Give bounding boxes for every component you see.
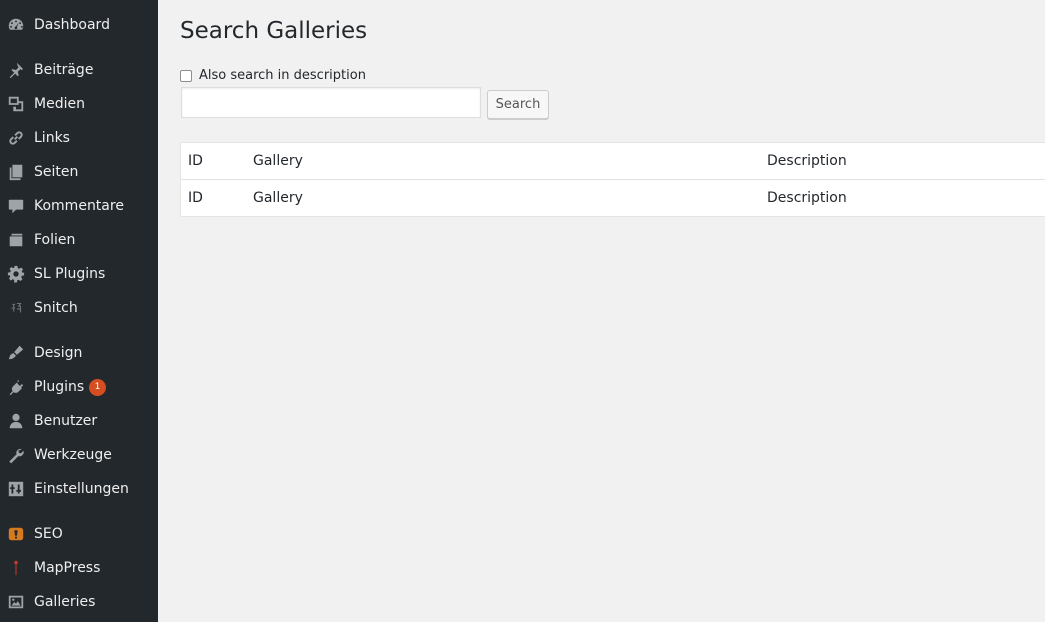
sidebar-item-plugins[interactable]: Plugins 1 [0, 370, 158, 404]
update-count-badge: 1 [89, 378, 106, 396]
sidebar-item-seiten[interactable]: Seiten [0, 155, 158, 189]
sidebar-item-kommentare[interactable]: Kommentare [0, 189, 158, 223]
link-icon [7, 129, 25, 147]
sidebar-item-folien[interactable]: Folien [0, 223, 158, 257]
column-footer-id[interactable]: ID [188, 180, 203, 216]
search-input[interactable] [181, 87, 481, 118]
column-header-id[interactable]: ID [188, 143, 203, 179]
gallery-icon [7, 593, 25, 611]
gear-icon [7, 265, 25, 283]
snitch-icon [7, 299, 25, 317]
sidebar-item-links[interactable]: Links [0, 121, 158, 155]
column-footer-gallery[interactable]: Gallery [253, 180, 303, 216]
map-pin-icon [7, 559, 25, 577]
sidebar-item-label: Snitch [34, 300, 78, 316]
media-icon [7, 95, 25, 113]
admin-sidebar: Dashboard Beiträge Medien Links Seiten K… [0, 0, 158, 622]
sidebar-item-sl-plugins[interactable]: SL Plugins [0, 257, 158, 291]
sidebar-item-label: Plugins [34, 379, 85, 395]
sidebar-item-design[interactable]: Design [0, 336, 158, 370]
settings-icon [7, 480, 25, 498]
seo-icon [7, 525, 25, 543]
sidebar-item-galleries[interactable]: Galleries [0, 585, 158, 619]
galleries-table: ID Gallery Description ID Gallery Descri… [180, 142, 1045, 217]
page-title: Search Galleries [180, 18, 368, 44]
checkbox-label: Also search in description [199, 68, 366, 83]
column-header-description[interactable]: Description [767, 143, 847, 179]
dashboard-icon [7, 16, 25, 34]
user-icon [7, 412, 25, 430]
sidebar-item-einstellungen[interactable]: Einstellungen [0, 472, 158, 506]
column-header-gallery[interactable]: Gallery [253, 143, 303, 179]
sidebar-item-label: Beiträge [34, 62, 94, 78]
sidebar-item-label: Kommentare [34, 198, 124, 214]
sidebar-item-label: Links [34, 130, 70, 146]
sidebar-item-label: Medien [34, 96, 85, 112]
sidebar-item-label: SL Plugins [34, 266, 106, 282]
search-description-checkbox[interactable] [180, 69, 192, 82]
column-footer-description[interactable]: Description [767, 180, 847, 216]
sidebar-item-label: Dashboard [34, 17, 110, 33]
table-footer-row: ID Gallery Description [181, 180, 1045, 216]
sidebar-item-beitraege[interactable]: Beiträge [0, 53, 158, 87]
sidebar-item-label: Benutzer [34, 413, 98, 429]
sidebar-item-label: Design [34, 345, 83, 361]
search-description-option[interactable]: Also search in description [180, 68, 366, 83]
sidebar-item-seo[interactable]: SEO [0, 517, 158, 551]
sidebar-item-label: Einstellungen [34, 481, 129, 497]
sidebar-item-snitch[interactable]: Snitch [0, 291, 158, 325]
sidebar-item-label: Seiten [34, 164, 79, 180]
sidebar-item-werkzeuge[interactable]: Werkzeuge [0, 438, 158, 472]
sidebar-item-label: SEO [34, 526, 63, 542]
search-button[interactable]: Search [487, 90, 549, 119]
sidebar-item-benutzer[interactable]: Benutzer [0, 404, 158, 438]
sidebar-item-label: Galleries [34, 594, 96, 610]
table-header-row: ID Gallery Description [181, 143, 1045, 180]
sidebar-item-label: Werkzeuge [34, 447, 112, 463]
sidebar-item-label: MapPress [34, 560, 101, 576]
plug-icon [7, 378, 25, 396]
pin-icon [7, 61, 25, 79]
wrench-icon [7, 446, 25, 464]
pages-icon [7, 163, 25, 181]
slides-icon [7, 231, 25, 249]
sidebar-item-dashboard[interactable]: Dashboard [0, 8, 158, 42]
main-content: Search Galleries Also search in descript… [158, 0, 1045, 622]
comment-icon [7, 197, 25, 215]
sidebar-item-mappress[interactable]: MapPress [0, 551, 158, 585]
sidebar-item-medien[interactable]: Medien [0, 87, 158, 121]
brush-icon [7, 344, 25, 362]
sidebar-item-label: Folien [34, 232, 76, 248]
